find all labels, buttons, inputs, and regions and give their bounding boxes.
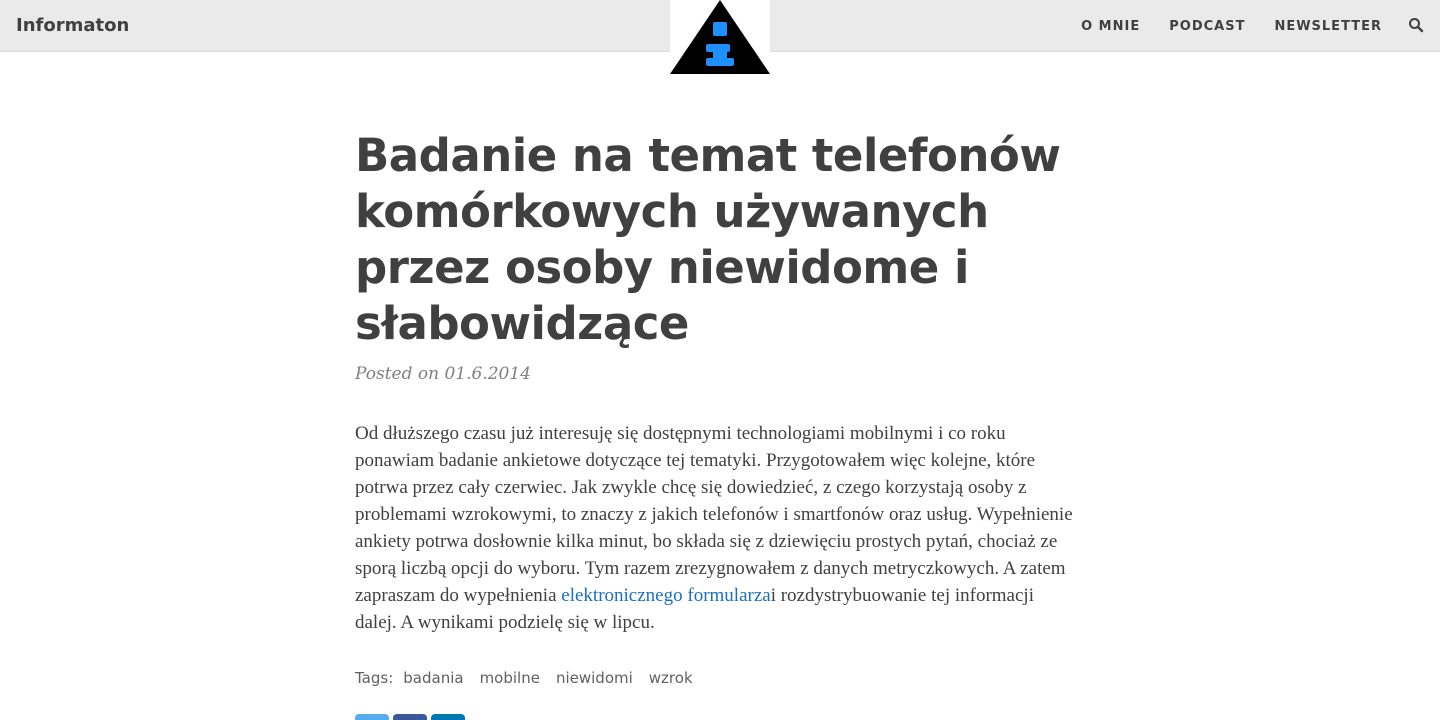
nav-item-o-mnie[interactable]: O MNIE: [1081, 19, 1140, 34]
post-text-before-link: Od dłuższego czasu już interesuję się do…: [355, 423, 1073, 606]
search-button[interactable]: [1408, 17, 1426, 35]
site-logo-link[interactable]: [670, 0, 770, 76]
site-title-link[interactable]: Informaton: [16, 14, 129, 38]
tag-link-niewidomi[interactable]: niewidomi: [556, 666, 633, 690]
survey-form-link[interactable]: elektronicznego formularza: [561, 585, 770, 606]
tag-link-badania[interactable]: badania: [403, 666, 463, 690]
twitter-share-button[interactable]: [355, 714, 389, 720]
top-navbar: Informaton O MNIE PODCAST NEWSLETTER: [0, 0, 1440, 76]
post-tags: Tags: badania mobilne niewidomi wzrok: [355, 666, 1085, 690]
tag-link-wzrok[interactable]: wzrok: [649, 666, 693, 690]
tags-label: Tags:: [355, 669, 394, 687]
share-buttons: [355, 714, 465, 720]
nav-item-newsletter[interactable]: NEWSLETTER: [1274, 19, 1382, 34]
post-body: Od dłuższego czasu już interesuję się do…: [355, 420, 1077, 636]
post-article: Badanie na temat telefonów komórkowych u…: [355, 128, 1085, 690]
linkedin-share-button[interactable]: [431, 714, 465, 720]
info-triangle-logo-icon: [670, 0, 770, 74]
nav-item-podcast[interactable]: PODCAST: [1169, 19, 1245, 34]
search-icon: [1409, 18, 1424, 33]
post-title: Badanie na temat telefonów komórkowych u…: [355, 129, 1061, 350]
facebook-share-button[interactable]: [393, 714, 427, 720]
main-nav: O MNIE PODCAST NEWSLETTER: [1081, 0, 1382, 52]
post-date: Posted on 01.6.2014: [355, 364, 531, 384]
tag-link-mobilne[interactable]: mobilne: [480, 666, 540, 690]
post-paragraph: Od dłuższego czasu już interesuję się do…: [355, 420, 1077, 636]
